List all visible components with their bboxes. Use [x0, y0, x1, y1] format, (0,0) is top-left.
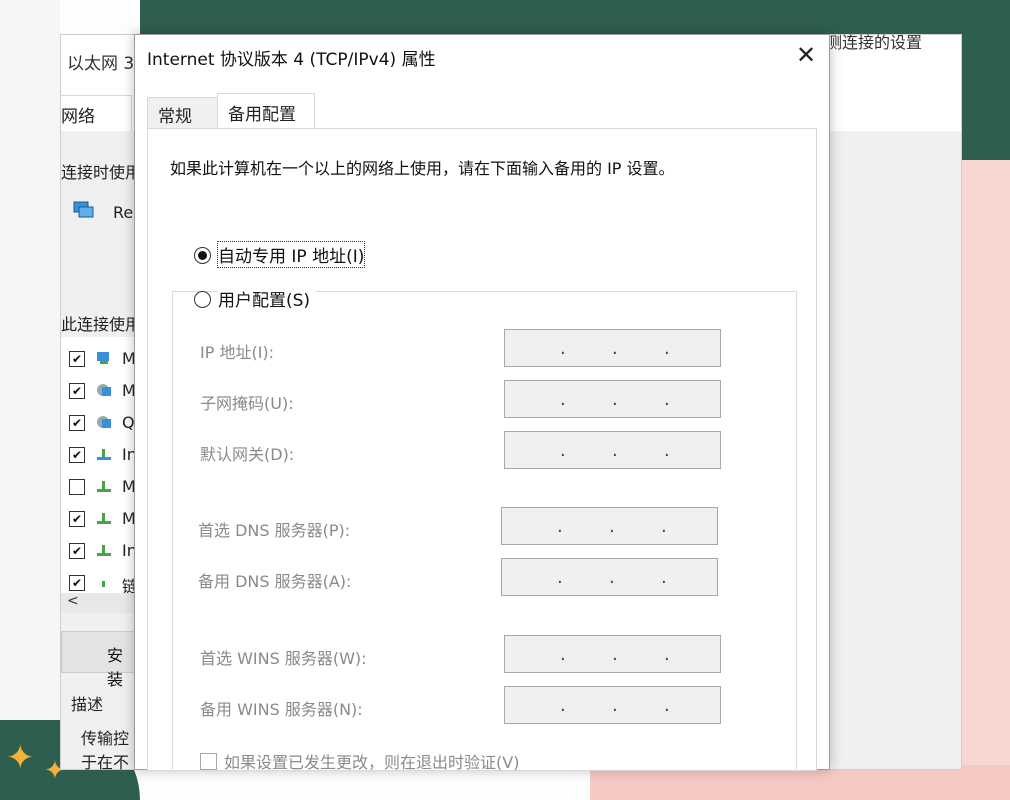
protocol-icon: [97, 449, 111, 460]
network-adapter-icon: [73, 201, 94, 218]
ip-separator: .: [557, 567, 563, 588]
items-label: 此连接使用: [61, 315, 142, 334]
preferred-dns-field[interactable]: . . .: [501, 507, 718, 545]
item-checkbox[interactable]: ✔: [69, 383, 85, 399]
client-icon: [97, 352, 109, 364]
list-item[interactable]: ✔ In: [61, 539, 137, 563]
default-gateway-label: 默认网关(D):: [200, 445, 295, 464]
list-item[interactable]: ✔ In: [61, 443, 137, 467]
ip-separator: .: [664, 338, 670, 359]
alternate-dns-label: 备用 DNS 服务器(A):: [198, 572, 352, 591]
ipv4-properties-dialog: Internet 协议版本 4 (TCP/IPv4) 属性 ✕ 常规 备用配置 …: [134, 34, 830, 773]
list-item[interactable]: ✔ M: [61, 507, 136, 531]
verify-on-exit-label[interactable]: 如果设置已发生更改，则在退出时验证(V): [224, 749, 519, 773]
preferred-wins-field[interactable]: . . .: [504, 635, 721, 673]
item-checkbox[interactable]: ✔: [69, 575, 85, 591]
back-window-right-text: 测连接的设置: [826, 33, 923, 52]
adapter-name: Re: [113, 203, 134, 222]
ip-separator: .: [612, 338, 618, 359]
ip-separator: .: [612, 644, 618, 665]
star-decoration-icon: ✦: [6, 738, 35, 778]
ip-separator: .: [612, 389, 618, 410]
ip-separator: .: [664, 440, 670, 461]
protocol-icon: [102, 581, 105, 587]
alternate-wins-field[interactable]: . . .: [504, 686, 721, 724]
service-icon: [97, 416, 111, 428]
radio-auto-label[interactable]: 自动专用 IP 地址(I): [216, 241, 366, 268]
horizontal-scrollbar[interactable]: <: [61, 593, 135, 613]
item-checkbox[interactable]: ✔: [69, 447, 85, 463]
description-label: 描述: [71, 695, 104, 714]
list-item[interactable]: ✔ M: [61, 379, 136, 403]
install-button-label: 安装: [107, 646, 124, 689]
verify-on-exit-checkbox[interactable]: [200, 753, 217, 770]
protocol-icon: [97, 545, 111, 556]
tab-alternate-configuration[interactable]: 备用配置: [217, 93, 315, 130]
service-icon: [97, 384, 111, 396]
ip-separator: .: [612, 695, 618, 716]
close-button[interactable]: ✕: [783, 35, 829, 75]
tab-general-label: 常规: [158, 107, 192, 127]
item-checkbox[interactable]: ✔: [69, 511, 85, 527]
ip-separator: .: [612, 440, 618, 461]
radio-auto-private-ip[interactable]: [194, 247, 211, 264]
ip-address-label: IP 地址(I):: [200, 343, 275, 362]
components-list[interactable]: ✔ M ✔ M ✔ Q ✔ In M ✔ M ✔ In ✔ 链: [61, 337, 138, 596]
back-window-title: 以太网 3: [67, 54, 135, 74]
tab-general[interactable]: 常规: [147, 97, 219, 130]
ip-separator: .: [661, 567, 667, 588]
item-checkbox[interactable]: ✔: [69, 415, 85, 431]
ip-separator: .: [560, 338, 566, 359]
preferred-wins-label: 首选 WINS 服务器(W):: [200, 649, 367, 668]
panel-description: 如果此计算机在一个以上的网络上使用，请在下面输入备用的 IP 设置。: [170, 159, 675, 178]
ip-separator: .: [557, 516, 563, 537]
scroll-left-icon[interactable]: <: [67, 593, 79, 609]
connect-using-label: 连接时使用: [61, 163, 142, 182]
item-checkbox[interactable]: ✔: [69, 543, 85, 559]
ip-address-field[interactable]: . . .: [504, 329, 721, 367]
close-icon: ✕: [795, 41, 817, 69]
ip-separator: .: [664, 389, 670, 410]
radio-user-label[interactable]: 用户配置(S): [218, 286, 317, 311]
list-item[interactable]: ✔ 链: [61, 571, 138, 596]
ip-separator: .: [661, 516, 667, 537]
item-checkbox[interactable]: [69, 479, 85, 495]
list-item[interactable]: ✔ Q: [61, 411, 135, 435]
tab-alternate-label: 备用配置: [228, 105, 296, 125]
description-text-line-1: 传输控: [81, 729, 130, 748]
ip-separator: .: [664, 695, 670, 716]
protocol-icon: [97, 513, 111, 524]
alternate-wins-label: 备用 WINS 服务器(N):: [200, 700, 363, 719]
ip-separator: .: [664, 644, 670, 665]
alternate-configuration-panel: 如果此计算机在一个以上的网络上使用，请在下面输入备用的 IP 设置。 自动专用 …: [147, 128, 817, 773]
tab-networking[interactable]: 网络: [61, 95, 132, 133]
ip-separator: .: [560, 389, 566, 410]
dialog-title: Internet 协议版本 4 (TCP/IPv4) 属性: [147, 50, 436, 70]
ip-separator: .: [560, 695, 566, 716]
list-item[interactable]: ✔ M: [61, 347, 136, 371]
item-checkbox[interactable]: ✔: [69, 351, 85, 367]
tab-networking-label: 网络: [61, 107, 95, 127]
background-left: [0, 0, 60, 800]
protocol-icon: [97, 481, 111, 492]
ip-separator: .: [560, 440, 566, 461]
ip-separator: .: [560, 644, 566, 665]
subnet-mask-label: 子网掩码(U):: [200, 394, 294, 413]
subnet-mask-field[interactable]: . . .: [504, 380, 721, 418]
ip-separator: .: [609, 567, 615, 588]
item-label: Q: [122, 413, 135, 432]
list-item[interactable]: M: [61, 475, 136, 499]
install-button[interactable]: 安装: [61, 631, 137, 689]
ip-separator: .: [609, 516, 615, 537]
alternate-dns-field[interactable]: . . .: [501, 558, 718, 596]
description-text-line-2: 于在不: [81, 753, 130, 772]
default-gateway-field[interactable]: . . .: [504, 431, 721, 469]
preferred-dns-label: 首选 DNS 服务器(P):: [198, 521, 351, 540]
radio-user-configured[interactable]: [194, 291, 211, 308]
